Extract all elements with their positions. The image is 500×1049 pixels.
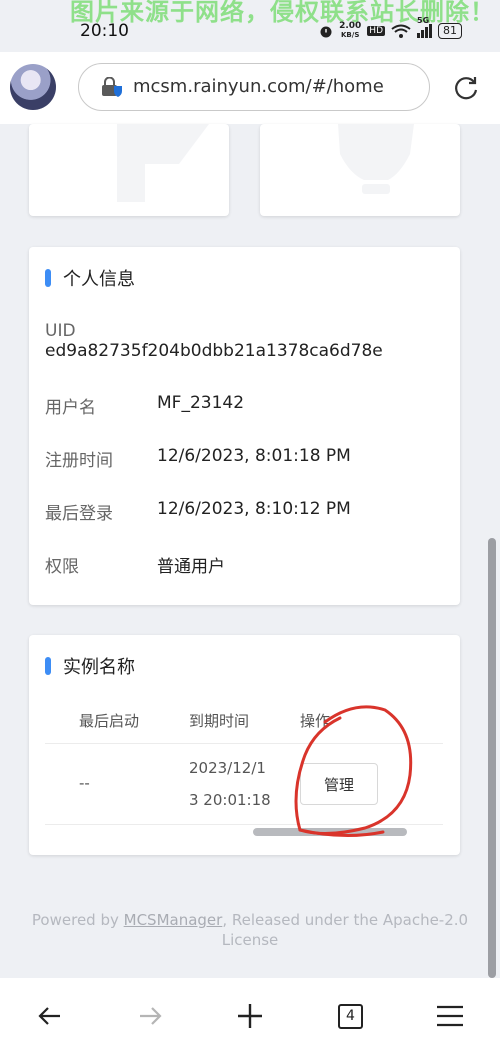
menu-icon[interactable] — [432, 998, 468, 1034]
register-time-value: 12/6/2023, 8:01:18 PM — [157, 446, 351, 466]
alarm-icon — [320, 26, 332, 38]
tabs-count-button[interactable]: 4 — [332, 998, 368, 1034]
back-arrow-icon[interactable] — [32, 998, 68, 1034]
permission-value: 普通用户 — [157, 557, 225, 577]
title-accent-bar — [45, 657, 51, 675]
title-accent-bar — [45, 269, 51, 287]
register-time-label: 注册时间 — [45, 451, 113, 471]
flag-icon — [117, 124, 209, 202]
url-text: mcsm.rainyun.com/#/home — [133, 76, 384, 97]
tab-count: 4 — [338, 1004, 363, 1029]
battery-indicator: 81 — [438, 23, 462, 39]
permission-label: 权限 — [45, 557, 79, 577]
uid-value: ed9a82735f204b0dbb21a1378ca6d78e — [45, 341, 383, 361]
column-last-start-header: 最后启动 — [79, 712, 140, 730]
last-start-cell: -- — [79, 774, 90, 792]
page-scrollbar[interactable] — [488, 538, 496, 978]
username-value: MF_23142 — [157, 393, 245, 413]
mcsmanager-link[interactable]: MCSManager — [124, 911, 223, 929]
profile-info-card: 个人信息 UID ed9a82735f204b0dbb21a1378ca6d78… — [29, 247, 460, 605]
forward-arrow-icon[interactable] — [132, 998, 168, 1034]
column-expire-header: 到期时间 — [189, 712, 250, 730]
status-bar: 20:10 2.00 KB/S HD 5G 81 — [0, 16, 500, 48]
profile-card-title: 个人信息 — [63, 269, 135, 290]
lightbulb-icon — [338, 124, 414, 194]
reload-icon[interactable] — [452, 74, 480, 102]
expire-cell-line1: 2023/12/1 — [189, 759, 266, 777]
uid-label: UID — [45, 321, 76, 341]
signal-icon: 5G — [417, 16, 432, 38]
instance-card-title: 实例名称 — [63, 657, 135, 678]
username-label: 用户名 — [45, 398, 96, 418]
avatar[interactable] — [10, 64, 56, 110]
expire-cell-line2: 3 20:01:18 — [189, 791, 271, 809]
new-tab-plus-icon[interactable] — [232, 998, 268, 1034]
wifi-icon — [391, 24, 411, 38]
net-speed: 2.00 KB/S — [339, 21, 362, 40]
bottom-navigation: 4 — [0, 978, 500, 1049]
address-bar[interactable]: mcsm.rainyun.com/#/home — [78, 63, 430, 111]
footer-text: Powered by MCSManager, Released under th… — [31, 911, 469, 949]
status-icons: 2.00 KB/S HD 5G 81 — [319, 16, 462, 40]
last-login-value: 12/6/2023, 8:10:12 PM — [157, 499, 351, 519]
quick-link-card-right[interactable] — [260, 124, 460, 216]
last-login-label: 最后登录 — [45, 504, 113, 524]
red-circle-annotation — [294, 705, 413, 838]
lock-shield-icon[interactable] — [101, 77, 123, 97]
hd-badge: HD — [367, 26, 385, 36]
browser-toolbar: mcsm.rainyun.com/#/home — [0, 52, 500, 124]
quick-link-card-left[interactable] — [29, 124, 229, 216]
status-time: 20:10 — [80, 21, 129, 41]
